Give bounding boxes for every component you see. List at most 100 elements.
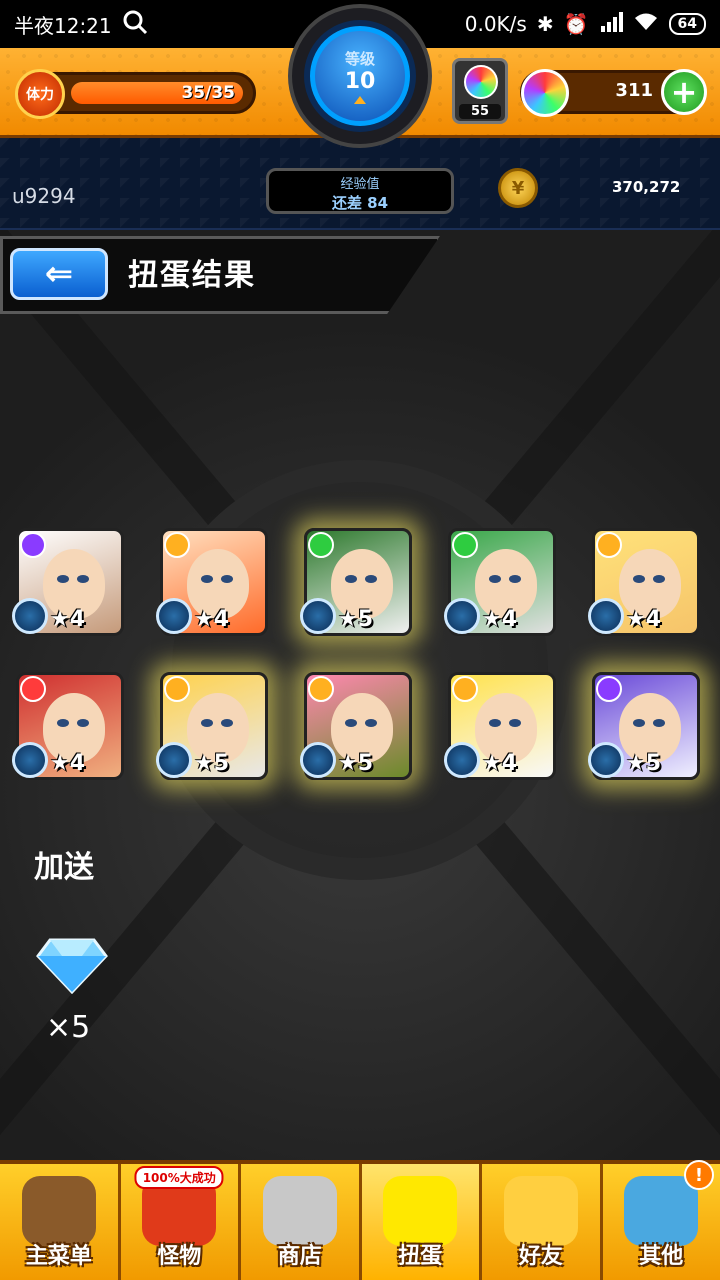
monster-card[interactable]: ★4 [12, 672, 124, 780]
monster-eye [57, 719, 69, 727]
monster-eye [221, 575, 233, 583]
gem-count: 311 [615, 80, 653, 101]
type-badge-icon [156, 598, 192, 634]
nav-item[interactable]: 商店 [241, 1164, 362, 1280]
back-arrow-icon: ⇐ [44, 254, 74, 294]
monster-card[interactable]: ★4 [444, 528, 556, 636]
orb-icon [262, 1176, 337, 1246]
nav-item[interactable]: ! 其他 [603, 1160, 720, 1280]
nav-label: 主菜单 [25, 1244, 92, 1269]
monster-eye [201, 719, 213, 727]
monster-eye [345, 575, 357, 583]
wifi-icon [633, 12, 659, 37]
type-badge-icon [588, 598, 624, 634]
rarity-stars: ★5 [338, 607, 374, 632]
element-icon [164, 532, 190, 558]
type-badge-icon [12, 598, 48, 634]
bonus-label: 加送 [34, 850, 94, 885]
stamina-value: 35/35 [181, 83, 235, 103]
battery-indicator: 64 [668, 13, 706, 35]
rarity-stars: ★4 [50, 751, 86, 776]
bonus-count: ×5 [46, 1010, 91, 1045]
type-badge-icon [300, 742, 336, 778]
rarity-stars: ★4 [194, 607, 230, 632]
gem-balance: 311 + [520, 69, 707, 117]
nav-item[interactable]: 100%大成功 怪物 [121, 1164, 241, 1280]
level-label: 等级 [344, 50, 375, 68]
monster-card[interactable]: ★4 [444, 672, 556, 780]
nav-label: 商店 [277, 1244, 322, 1269]
monster-eye [57, 575, 69, 583]
add-gems-button[interactable]: + [661, 69, 707, 115]
monster-eye [489, 575, 501, 583]
monster-eye [489, 719, 501, 727]
user-strip: u9294 经验值 还差 84 ¥ 370,272 [0, 138, 720, 230]
monster-card[interactable]: ★5 [588, 672, 700, 780]
monster-eye [653, 719, 665, 727]
stamina-icon: 体力 [15, 69, 65, 119]
exp-remaining: 还差 84 [331, 194, 389, 212]
stamina-meter: 体力 35/35 [15, 69, 256, 119]
exp-panel: 经验值 还差 84 [266, 168, 454, 214]
rarity-stars: ★4 [482, 751, 518, 776]
egg-icon [383, 1176, 458, 1246]
nav-item[interactable]: 扭蛋 [361, 1164, 482, 1280]
rarity-stars: ★5 [194, 751, 230, 776]
gem-orb-icon [521, 69, 569, 117]
monster-eye [201, 575, 213, 583]
element-icon [452, 532, 478, 558]
nav-label: 好友 [518, 1244, 563, 1269]
monster-card[interactable]: ★5 [300, 528, 412, 636]
alarm-icon: ⏰ [563, 12, 589, 36]
monster-card[interactable]: ★5 [156, 672, 268, 780]
nav-label: 扭蛋 [398, 1244, 443, 1269]
page-title: 扭蛋结果 [128, 258, 256, 293]
type-badge-icon [300, 598, 336, 634]
element-icon [164, 676, 190, 702]
monster-eye [221, 719, 233, 727]
level-up-arrow-icon [354, 96, 366, 104]
rarity-stars: ★4 [50, 607, 86, 632]
nav-item[interactable]: 主菜单 [0, 1164, 121, 1280]
level-badge[interactable]: 等级 10 [288, 4, 432, 148]
level-circle: 等级 10 [310, 26, 410, 126]
element-icon [308, 676, 334, 702]
gate-icon [21, 1176, 96, 1246]
bottom-nav: 主菜单 100%大成功 怪物 商店 扭蛋 好友! 其他 [0, 1160, 720, 1280]
monster-eye [653, 575, 665, 583]
type-badge-icon [12, 742, 48, 778]
promo-tag: 100%大成功 [134, 1166, 224, 1189]
monster-card[interactable]: ★4 [12, 528, 124, 636]
nav-label: 怪物 [157, 1244, 202, 1269]
gacha-result-screen: ⇐ 扭蛋结果 ★4 ★4 ★5 ★4 ★4 ★4 ★5 ★5 ★4 ★5 加送 ×5 [0, 230, 720, 1160]
luck-orb-counter[interactable]: 55 [452, 58, 508, 124]
monster-eye [345, 719, 357, 727]
type-badge-icon [444, 742, 480, 778]
monster-eye [509, 575, 521, 583]
type-badge-icon [444, 598, 480, 634]
monster-card[interactable]: ★5 [300, 672, 412, 780]
rarity-stars: ★4 [482, 607, 518, 632]
element-icon [596, 532, 622, 558]
nav-label: 其他 [639, 1244, 684, 1269]
rarity-stars: ★4 [626, 607, 662, 632]
other-icon [624, 1176, 699, 1246]
monster-card[interactable]: ★4 [156, 528, 268, 636]
coin-icon: ¥ [498, 168, 538, 208]
net-speed: 0.0K/s [464, 12, 527, 36]
orb-count: 55 [459, 104, 501, 119]
back-button[interactable]: ⇐ [10, 248, 108, 300]
element-icon [20, 532, 46, 558]
nav-item[interactable]: 好友 [482, 1164, 603, 1280]
type-badge-icon [588, 742, 624, 778]
monster-eye [509, 719, 521, 727]
monster-eye [365, 719, 377, 727]
element-icon [596, 676, 622, 702]
level-value: 10 [344, 69, 376, 94]
type-badge-icon [156, 742, 192, 778]
monster-eye [633, 575, 645, 583]
element-icon [452, 676, 478, 702]
monster-card[interactable]: ★4 [588, 528, 700, 636]
bluetooth-icon: ✱ [536, 12, 554, 36]
coin-balance: 370,272 [612, 178, 681, 196]
